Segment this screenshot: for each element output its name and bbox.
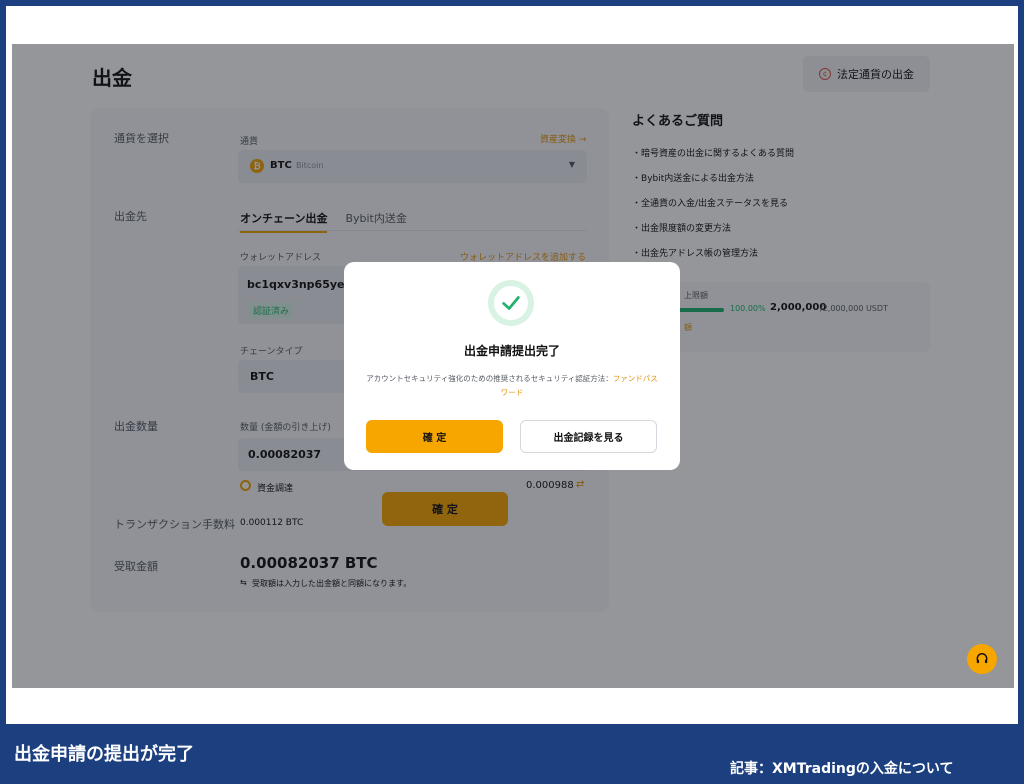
caption-article: 記事：XMTradingの入金について <box>730 761 954 777</box>
success-badge <box>488 280 534 326</box>
view-withdraw-records-button[interactable]: 出金記録を見る <box>520 420 657 453</box>
modal-title: 出金申請提出完了 <box>463 344 560 358</box>
modal-confirm-button[interactable]: 確 定 <box>366 420 503 453</box>
withdraw-complete-modal: 出金申請提出完了 アカウントセキュリティ強化のための推奨されるセキュリティ認証方… <box>344 262 680 470</box>
caption-title: 出金申請の提出が完了 <box>14 744 194 765</box>
check-icon <box>502 296 520 310</box>
withdraw-app: 出金 ¢ 法定通貨の出金 通貨を選択 通貨 資産変換 → ₿ BTC Bitco… <box>12 44 1014 688</box>
headset-icon <box>976 653 988 664</box>
support-chat-button[interactable] <box>967 644 997 674</box>
modal-description: アカウントセキュリティ強化のための推奨されるセキュリティ認証方法：ファンドパスワ… <box>366 374 658 397</box>
